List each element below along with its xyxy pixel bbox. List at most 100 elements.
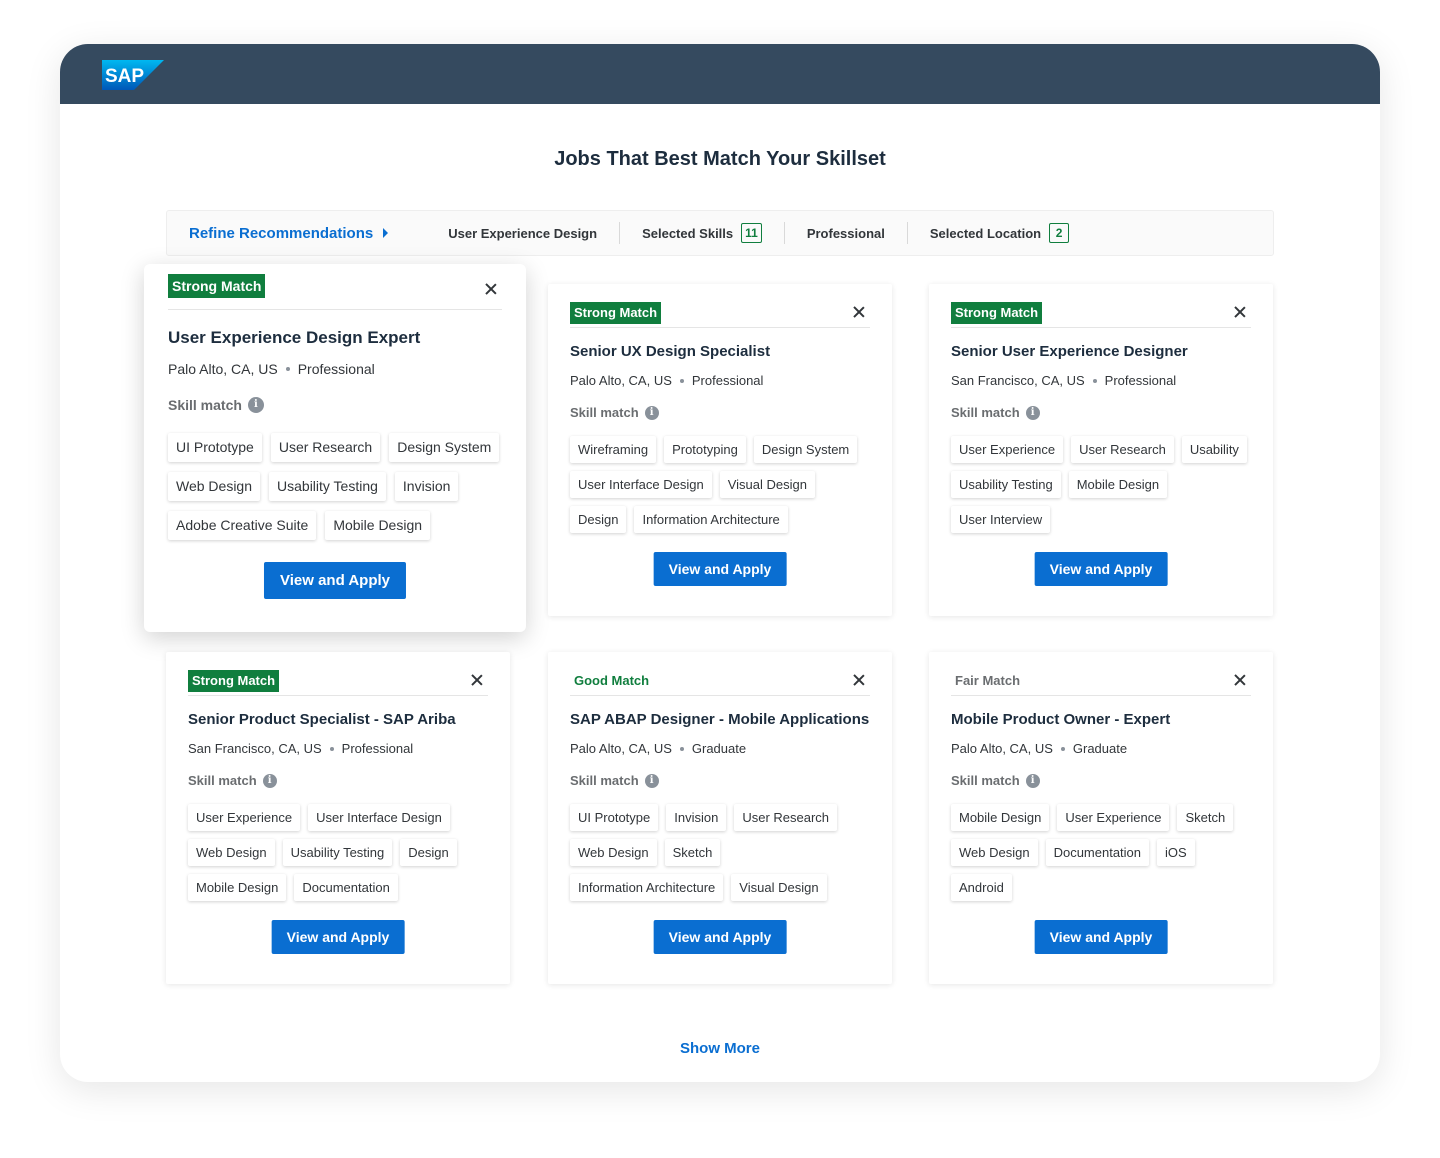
view-and-apply-button[interactable]: View and Apply [653, 552, 787, 586]
skill-tag: Mobile Design [188, 874, 287, 901]
separator-dot [1060, 746, 1065, 751]
view-and-apply-button[interactable]: View and Apply [263, 562, 407, 599]
job-meta: Palo Alto, CA, US Graduate [951, 741, 1127, 756]
close-icon[interactable] [1231, 303, 1249, 321]
skill-tag: Web Design [951, 839, 1038, 866]
view-and-apply-button[interactable]: View and Apply [1034, 920, 1168, 954]
job-level: Graduate [691, 741, 747, 756]
skill-match-text: Skill match [570, 773, 639, 788]
filter-location[interactable]: Selected Location 2 [906, 222, 1091, 244]
skill-tag: Mobile Design [951, 804, 1050, 831]
filter-level[interactable]: Professional [783, 222, 907, 244]
match-badge: Fair Match [955, 673, 1021, 688]
job-title: Senior Product Specialist - SAP Ariba [188, 711, 456, 728]
close-icon[interactable] [482, 280, 500, 298]
skill-match-text: Skill match [951, 773, 1020, 788]
view-and-apply-button[interactable]: View and Apply [271, 920, 405, 954]
sap-logo[interactable]: SAP [102, 60, 164, 90]
close-icon[interactable] [468, 671, 486, 689]
job-title: SAP ABAP Designer - Mobile Applications [570, 711, 870, 728]
skill-match-label: Skill match i [951, 773, 1040, 788]
info-icon[interactable]: i [1025, 405, 1040, 420]
job-title: Senior UX Design Specialist [570, 343, 771, 360]
skill-tag: User Research [734, 804, 838, 831]
skill-match-text: Skill match [168, 397, 242, 413]
skill-match-label: Skill match i [570, 773, 659, 788]
job-level: Graduate [1072, 741, 1128, 756]
match-badge: Strong Match [570, 302, 662, 324]
skill-match-label: Skill match i [188, 773, 277, 788]
location-count-badge: 2 [1049, 223, 1070, 243]
skill-tag: Sketch [1177, 804, 1234, 831]
skill-tag: Web Design [188, 839, 275, 866]
skill-tag: User Interface Design [308, 804, 450, 831]
skill-tag: Adobe Creative Suite [168, 511, 317, 540]
filter-skills[interactable]: Selected Skills 11 [619, 222, 784, 244]
info-icon[interactable]: i [1025, 773, 1040, 788]
info-icon[interactable]: i [644, 405, 659, 420]
card-header: Strong Match [570, 302, 870, 328]
skill-tag: Sketch [664, 839, 721, 866]
job-level: Professional [1104, 373, 1177, 388]
job-card: Strong Match Senior UX Design Specialist… [548, 284, 892, 616]
skill-tag: Information Architecture [570, 874, 724, 901]
card-header: Strong Match [168, 274, 502, 310]
job-level: Professional [341, 741, 414, 756]
skill-tag: Prototyping [664, 436, 746, 463]
job-location: San Francisco, CA, US [188, 741, 322, 756]
skill-tag: User Experience [951, 436, 1064, 463]
skill-tag: User Research [1071, 436, 1174, 463]
separator-dot [679, 746, 684, 751]
skill-tag: User Interview [951, 506, 1051, 533]
job-card: Good Match SAP ABAP Designer - Mobile Ap… [548, 652, 892, 984]
close-icon[interactable] [1231, 671, 1249, 689]
skill-tag: Web Design [168, 472, 261, 501]
info-icon[interactable]: i [247, 397, 264, 413]
skill-tag: User Experience [1057, 804, 1170, 831]
card-header: Fair Match [951, 670, 1251, 696]
job-card: Strong Match User Experience Design Expe… [144, 264, 526, 632]
filter-role[interactable]: User Experience Design [426, 222, 619, 244]
view-and-apply-button[interactable]: View and Apply [1034, 552, 1168, 586]
skill-tag-list: Wireframing Prototyping Design System User … [570, 436, 878, 541]
info-icon[interactable]: i [262, 773, 277, 788]
separator-dot [285, 367, 290, 371]
refine-recommendations-button[interactable]: Refine Recommendations [189, 225, 389, 242]
job-meta: Palo Alto, CA, US Professional [168, 361, 375, 377]
job-location: Palo Alto, CA, US [570, 373, 672, 388]
skill-match-text: Skill match [951, 405, 1020, 420]
shell-header: SAP [60, 44, 1380, 104]
skill-tag-list: User Experience User Research Usability Usa… [951, 436, 1259, 541]
skill-tag: Visual Design [731, 874, 827, 901]
skill-tag-list: Mobile Design User Experience Sketch Web De… [951, 804, 1259, 909]
job-meta: Palo Alto, CA, US Graduate [570, 741, 746, 756]
skill-tag: Usability Testing [282, 839, 393, 866]
skill-tag-list: UI Prototype User Research Design System We… [168, 433, 512, 550]
filter-location-label: Selected Location [929, 225, 1042, 241]
skill-tag: UI Prototype [168, 433, 262, 462]
card-header: Strong Match [188, 670, 488, 696]
skill-tag: Invision [666, 804, 727, 831]
match-badge: Good Match [574, 673, 650, 688]
skill-tag: Usability Testing [269, 472, 386, 501]
skill-tag: UI Prototype [570, 804, 659, 831]
skill-tag: Information Architecture [634, 506, 788, 533]
skill-tag: Design System [753, 436, 858, 463]
close-icon[interactable] [850, 671, 868, 689]
show-more-link[interactable]: Show More [60, 1040, 1380, 1057]
job-location: Palo Alto, CA, US [168, 361, 278, 377]
skill-tag: Documentation [294, 874, 398, 901]
skill-tag: Design System [389, 433, 500, 462]
job-meta: San Francisco, CA, US Professional [951, 373, 1176, 388]
view-and-apply-button[interactable]: View and Apply [653, 920, 787, 954]
job-card: Strong Match Senior Product Specialist -… [166, 652, 510, 984]
skill-tag: Design [570, 506, 627, 533]
close-icon[interactable] [850, 303, 868, 321]
skill-match-label: Skill match i [951, 405, 1040, 420]
info-icon[interactable]: i [644, 773, 659, 788]
skill-tag: iOS [1157, 839, 1195, 866]
job-title: Mobile Product Owner - Expert [951, 711, 1171, 728]
skill-match-text: Skill match [570, 405, 639, 420]
skill-tag: Android [951, 874, 1012, 901]
skill-tag: Design [400, 839, 457, 866]
